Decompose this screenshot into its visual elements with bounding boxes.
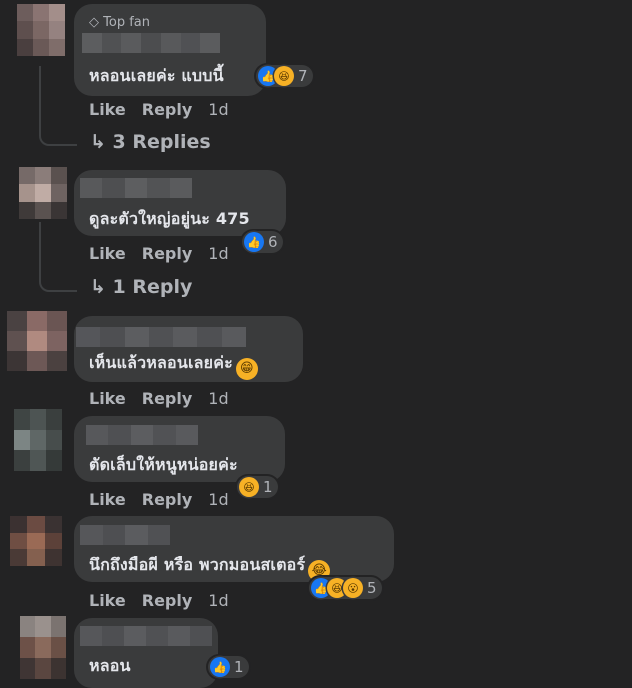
avatar[interactable] bbox=[19, 167, 67, 219]
author-name[interactable] bbox=[80, 626, 212, 646]
like-icon: 👍 bbox=[244, 232, 264, 252]
timestamp[interactable]: 1d bbox=[208, 100, 228, 119]
thread-connector bbox=[39, 120, 77, 146]
like-button[interactable]: Like bbox=[89, 244, 126, 263]
author-name[interactable] bbox=[80, 525, 170, 545]
like-button[interactable]: Like bbox=[89, 490, 126, 509]
reaction-count: 1 bbox=[234, 658, 244, 676]
view-replies-link[interactable]: ↳ 1 Reply bbox=[90, 276, 192, 298]
like-button[interactable]: Like bbox=[89, 389, 126, 408]
diamond-icon: ◇ bbox=[89, 15, 99, 30]
reply-button[interactable]: Reply bbox=[142, 490, 193, 509]
reaction-summary[interactable]: 👍 😆 😮 5 bbox=[309, 577, 382, 599]
thread-line bbox=[39, 222, 41, 272]
comment-actions: Like Reply 1d bbox=[89, 244, 229, 263]
comment-text: ดูละตัวใหญ่อยู่นะ 475 bbox=[89, 209, 250, 228]
comment-text: ตัดเล็บให้หนูหน่อยค่ะ bbox=[89, 455, 238, 474]
timestamp[interactable]: 1d bbox=[208, 389, 228, 408]
grin-emoji: 😁 bbox=[235, 358, 258, 380]
reaction-count: 5 bbox=[367, 579, 377, 597]
avatar[interactable] bbox=[17, 4, 65, 56]
thread-connector bbox=[39, 266, 77, 292]
comment-actions: Like Reply 1d bbox=[89, 591, 229, 610]
reaction-count: 6 bbox=[268, 233, 278, 251]
like-icon: 👍 bbox=[210, 657, 230, 677]
avatar[interactable] bbox=[7, 311, 67, 371]
reaction-count: 1 bbox=[263, 478, 273, 496]
top-fan-badge: ◇ Top fan bbox=[89, 15, 150, 30]
comment-text: หลอนเลยค่ะ แบบนี้ bbox=[89, 66, 224, 85]
comment-text-body: เห็นแล้วหลอนเลยค่ะ bbox=[89, 353, 233, 372]
wow-icon: 😮 bbox=[343, 578, 363, 598]
reaction-count: 7 bbox=[298, 67, 308, 85]
like-button[interactable]: Like bbox=[89, 100, 126, 119]
comment-actions: Like Reply 1d bbox=[89, 100, 229, 119]
timestamp[interactable]: 1d bbox=[208, 244, 228, 263]
view-replies-link[interactable]: ↳ 3 Replies bbox=[90, 131, 211, 153]
haha-icon: 😆 bbox=[239, 477, 259, 497]
haha-icon: 😆 bbox=[274, 66, 294, 86]
reaction-summary[interactable]: 👍 😆 7 bbox=[256, 65, 313, 87]
thread-line bbox=[39, 66, 41, 128]
comment-actions: Like Reply 1d bbox=[89, 389, 229, 408]
comment-actions: Like Reply 1d bbox=[89, 490, 229, 509]
reaction-summary[interactable]: 👍 1 bbox=[208, 656, 249, 678]
comment-text: นึกถึงมือผี หรือ พวกมอนสเตอร์ 😂 bbox=[89, 553, 331, 582]
reply-button[interactable]: Reply bbox=[142, 100, 193, 119]
author-name[interactable] bbox=[76, 327, 246, 347]
replies-label: 1 Reply bbox=[112, 276, 193, 298]
comment-text: เห็นแล้วหลอนเลยค่ะ 😁 bbox=[89, 351, 258, 380]
reply-button[interactable]: Reply bbox=[142, 244, 193, 263]
timestamp[interactable]: 1d bbox=[208, 490, 228, 509]
badge-label: Top fan bbox=[103, 15, 150, 30]
reply-button[interactable]: Reply bbox=[142, 591, 193, 610]
comment-text: หลอน bbox=[89, 656, 131, 675]
author-name[interactable] bbox=[86, 425, 199, 445]
comment-text-body: นึกถึงมือผี หรือ พวกมอนสเตอร์ bbox=[89, 555, 306, 574]
replies-label: 3 Replies bbox=[112, 131, 211, 153]
avatar[interactable] bbox=[14, 409, 62, 471]
like-button[interactable]: Like bbox=[89, 591, 126, 610]
author-name[interactable] bbox=[80, 178, 193, 198]
timestamp[interactable]: 1d bbox=[208, 591, 228, 610]
reply-button[interactable]: Reply bbox=[142, 389, 193, 408]
reply-arrow-icon: ↳ bbox=[90, 131, 106, 153]
reply-arrow-icon: ↳ bbox=[90, 276, 106, 298]
reaction-summary[interactable]: 👍 6 bbox=[242, 231, 283, 253]
reaction-summary[interactable]: 😆 1 bbox=[237, 476, 278, 498]
avatar[interactable] bbox=[10, 516, 62, 566]
author-name[interactable] bbox=[82, 33, 221, 53]
avatar[interactable] bbox=[20, 616, 66, 679]
